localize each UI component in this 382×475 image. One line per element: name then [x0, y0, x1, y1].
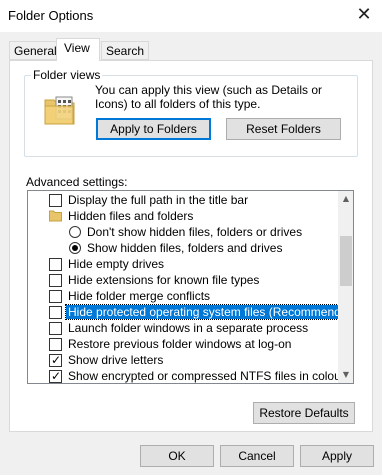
apply-to-folders-button[interactable]: Apply to Folders: [96, 118, 211, 140]
setting-row[interactable]: Show hidden files, folders and drives: [28, 240, 338, 256]
setting-label-selected: Hide protected operating system files (R…: [64, 304, 353, 320]
setting-group-row: Hidden files and folders: [28, 208, 338, 224]
checkbox[interactable]: [49, 322, 62, 335]
tab-search-label: Search: [106, 44, 145, 58]
checkbox[interactable]: [49, 274, 62, 287]
tab-view[interactable]: View: [56, 38, 100, 61]
radio-dot: [72, 245, 78, 251]
setting-row[interactable]: ✓ Show drive letters: [28, 352, 338, 368]
scroll-down-icon[interactable]: ▼: [338, 367, 353, 383]
window-title: Folder Options: [8, 8, 94, 23]
setting-row[interactable]: Hide extensions for known file types: [28, 272, 338, 288]
setting-label: Show drive letters: [68, 353, 164, 367]
setting-row[interactable]: Hide folder merge conflicts: [28, 288, 338, 304]
title-bar[interactable]: Folder Options ✕: [0, 0, 382, 32]
tab-general[interactable]: General: [9, 41, 62, 60]
advanced-settings-list[interactable]: Display the full path in the title bar H…: [27, 190, 354, 384]
checkbox[interactable]: [49, 338, 62, 351]
setting-label: Restore previous folder windows at log-o…: [68, 337, 292, 351]
close-icon[interactable]: ✕: [349, 2, 379, 28]
setting-label: Hide extensions for known file types: [68, 273, 260, 287]
scrollbar-thumb[interactable]: [340, 236, 352, 286]
setting-label: Launch folder windows in a separate proc…: [68, 321, 309, 335]
setting-label: Show hidden files, folders and drives: [87, 241, 283, 255]
folder-views-description: You can apply this view (such as Details…: [95, 83, 323, 111]
folder-options-dialog: Folder Options ✕ General View Search Fol…: [0, 0, 382, 475]
restore-defaults-button[interactable]: Restore Defaults: [253, 402, 355, 424]
setting-label: Show encrypted or compressed NTFS files …: [68, 369, 345, 383]
folder-views-label: Folder views: [31, 68, 103, 82]
folder-views-icon: [44, 96, 75, 125]
radio-button[interactable]: [69, 226, 81, 238]
setting-row[interactable]: ✓ Show encrypted or compressed NTFS file…: [28, 368, 345, 383]
tab-general-label: General: [14, 44, 57, 58]
checkbox[interactable]: ✓: [49, 369, 62, 383]
checkmark-icon: ✓: [51, 353, 62, 367]
setting-row[interactable]: Restore previous folder windows at log-o…: [28, 336, 338, 352]
checkbox[interactable]: ✓: [49, 353, 62, 367]
cancel-button[interactable]: Cancel: [220, 445, 294, 467]
vertical-scrollbar[interactable]: ▲ ▼: [338, 191, 353, 383]
tab-view-label: View: [64, 41, 90, 55]
reset-folders-button[interactable]: Reset Folders: [226, 118, 341, 140]
setting-row[interactable]: Hide empty drives: [28, 256, 338, 272]
setting-row[interactable]: Display the full path in the title bar: [28, 192, 338, 208]
checkbox[interactable]: [49, 306, 62, 319]
folder-icon: [49, 210, 62, 222]
scroll-up-icon[interactable]: ▲: [338, 191, 353, 207]
setting-label: Display the full path in the title bar: [68, 193, 249, 207]
tab-search[interactable]: Search: [101, 41, 150, 60]
setting-row[interactable]: Launch folder windows in a separate proc…: [28, 320, 338, 336]
advanced-settings-label: Advanced settings:: [26, 175, 128, 189]
checkbox[interactable]: [49, 290, 62, 303]
apply-button[interactable]: Apply: [300, 445, 374, 467]
setting-row[interactable]: Don't show hidden files, folders or driv…: [28, 224, 338, 240]
setting-label: Hide empty drives: [68, 257, 165, 271]
setting-group-label: Hidden files and folders: [68, 209, 194, 223]
radio-button[interactable]: [69, 242, 81, 254]
checkmark-icon: ✓: [51, 369, 62, 383]
setting-label: Hide folder merge conflicts: [68, 289, 211, 303]
setting-label: Don't show hidden files, folders or driv…: [87, 225, 303, 239]
checkbox[interactable]: [49, 194, 62, 207]
ok-button[interactable]: OK: [140, 445, 214, 467]
checkbox[interactable]: [49, 258, 62, 271]
setting-row-selected[interactable]: Hide protected operating system files (R…: [28, 304, 353, 320]
